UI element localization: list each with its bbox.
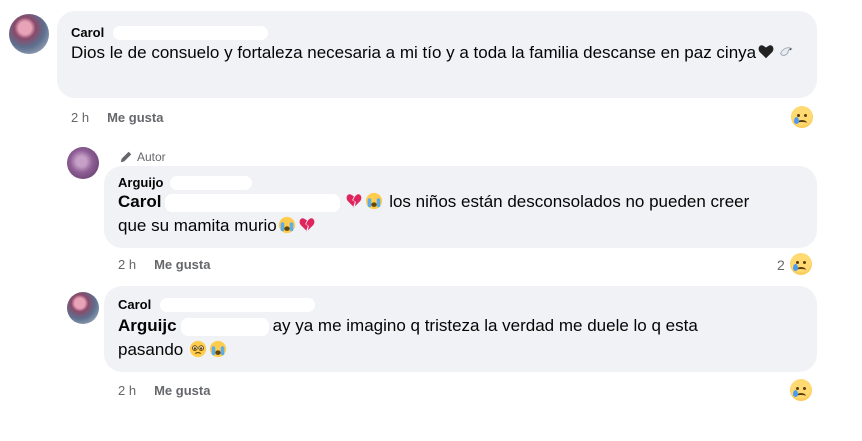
reaction-count[interactable]: 2 [777, 257, 785, 273]
redacted-name [112, 25, 268, 40]
comment-bubble: Carol Arguijc ay ya me imagino q tristeza… [104, 286, 817, 372]
crying-face-icon[interactable] [791, 106, 813, 128]
crying-face-icon[interactable] [790, 253, 812, 275]
loudly-crying-face-icon [366, 192, 383, 210]
reply-avatar[interactable] [67, 292, 99, 324]
redacted-name [169, 175, 252, 190]
comment-author-name[interactable]: Carol [71, 25, 104, 40]
pen-icon [120, 151, 132, 163]
comment-time[interactable]: 2 h [118, 257, 136, 272]
like-button[interactable]: Me gusta [107, 110, 163, 125]
crying-face-icon[interactable] [790, 379, 812, 401]
redacted-name [159, 297, 315, 312]
comment-actions: 2 h Me gusta [118, 383, 210, 398]
comment-author-row: Carol [71, 24, 268, 42]
mention-link[interactable]: Carol [118, 192, 161, 211]
comment-bubble: Carol Dios le de consuelo y fortaleza ne… [57, 11, 817, 98]
black-heart-icon [758, 45, 774, 59]
comment-author-name[interactable]: Arguijo [118, 175, 164, 190]
like-button[interactable]: Me gusta [154, 257, 210, 272]
comment-text: Arguijc ay ya me imagino q tristeza la ve… [118, 316, 698, 359]
redacted-name [165, 193, 341, 212]
comment-actions: 2 h Me gusta [71, 110, 163, 125]
comment-text: Carol los niños están desconsolados no p… [118, 192, 750, 235]
comment-time[interactable]: 2 h [71, 110, 89, 125]
author-badge: Autor [119, 150, 166, 164]
comment-author-name[interactable]: Carol [118, 297, 151, 312]
broken-heart-icon [299, 218, 315, 232]
like-button[interactable]: Me gusta [154, 383, 210, 398]
broken-heart-icon [347, 194, 362, 208]
comment-text: Dios le de consuelo y fortaleza necesari… [71, 41, 806, 65]
comment-time[interactable]: 2 h [118, 383, 136, 398]
loudly-crying-face-icon [209, 340, 227, 358]
pleading-face-icon [189, 340, 207, 358]
redacted-name [180, 317, 269, 336]
dove-icon [780, 47, 793, 56]
comment-author-row: Carol [118, 296, 315, 314]
commenter-avatar[interactable] [9, 14, 49, 54]
mention-link[interactable]: Arguijc [118, 316, 177, 335]
comment-actions: 2 h Me gusta [118, 257, 210, 272]
reply-avatar[interactable] [67, 147, 99, 179]
loudly-crying-face-icon [278, 216, 295, 234]
comment-bubble: Arguijo Carol los niños están desconsola… [104, 166, 817, 248]
